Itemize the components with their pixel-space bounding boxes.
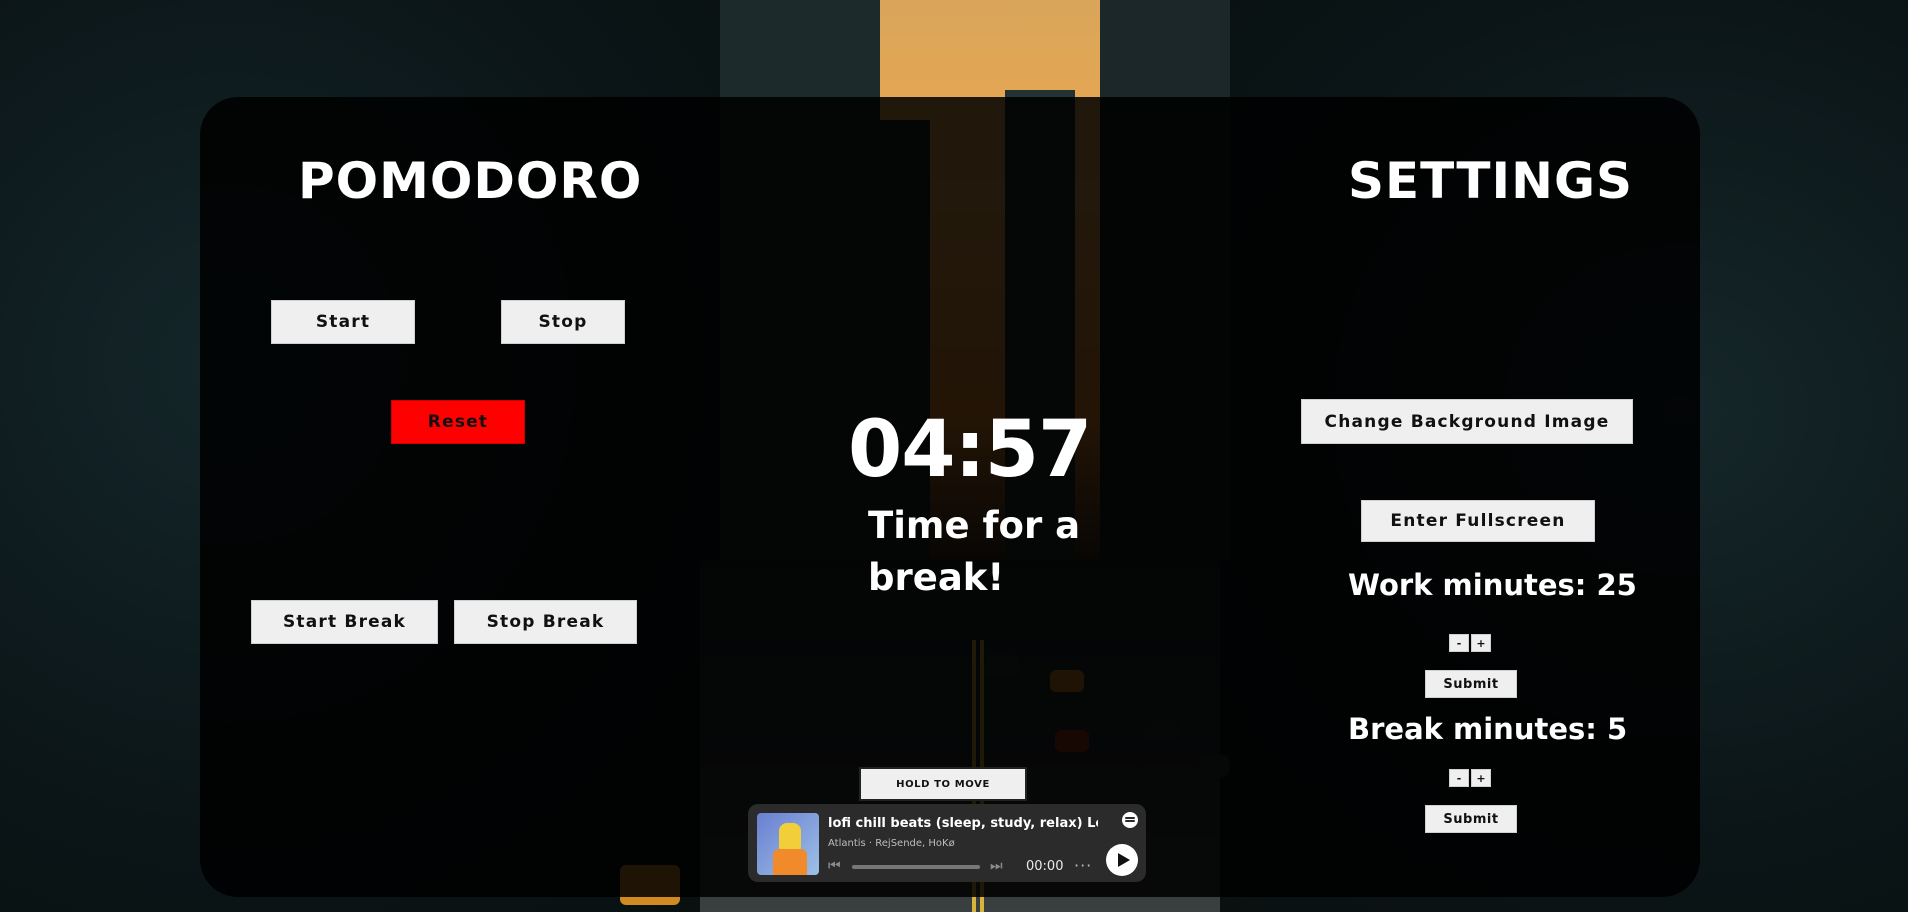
- change-background-button[interactable]: Change Background Image: [1301, 399, 1633, 444]
- progress-bar[interactable]: [852, 865, 980, 869]
- stop-button[interactable]: Stop: [501, 300, 625, 344]
- work-decrement-button[interactable]: -: [1449, 634, 1469, 652]
- playback-time: 00:00: [1026, 859, 1064, 874]
- spotify-player: lofi chill beats (sleep, study, relax) L…: [748, 804, 1146, 882]
- work-increment-button[interactable]: +: [1471, 634, 1491, 652]
- fullscreen-button[interactable]: Enter Fullscreen: [1361, 500, 1595, 542]
- break-decrement-button[interactable]: -: [1449, 769, 1469, 787]
- play-icon[interactable]: [1106, 844, 1138, 876]
- work-submit-button[interactable]: Submit: [1425, 670, 1517, 698]
- skip-back-icon[interactable]: ⏮: [828, 858, 841, 874]
- song-artist[interactable]: Atlantis · RejSende, HoKø: [828, 838, 955, 849]
- start-break-button[interactable]: Start Break: [251, 600, 438, 644]
- album-art-character: [779, 823, 801, 851]
- pomodoro-title: POMODORO: [298, 152, 643, 210]
- break-submit-button[interactable]: Submit: [1425, 805, 1517, 833]
- album-art-body: [773, 849, 807, 875]
- work-minutes-label: Work minutes: 25: [1348, 568, 1637, 602]
- song-title[interactable]: lofi chill beats (sleep, study, relax) L…: [828, 816, 1098, 831]
- timer-display: 04:57: [848, 405, 1092, 495]
- break-increment-button[interactable]: +: [1471, 769, 1491, 787]
- album-art: [757, 813, 819, 875]
- settings-title: SETTINGS: [1348, 152, 1634, 210]
- start-button[interactable]: Start: [271, 300, 415, 344]
- timer-status: Time for a break!: [868, 504, 1081, 599]
- hold-to-move-handle[interactable]: HOLD TO MOVE: [859, 767, 1027, 801]
- break-minutes-label: Break minutes: 5: [1348, 712, 1628, 746]
- spotify-icon[interactable]: [1122, 812, 1138, 828]
- reset-button[interactable]: Reset: [391, 400, 525, 444]
- skip-forward-icon[interactable]: ⏭: [990, 858, 1003, 874]
- more-options-icon[interactable]: ···: [1074, 856, 1092, 875]
- stop-break-button[interactable]: Stop Break: [454, 600, 637, 644]
